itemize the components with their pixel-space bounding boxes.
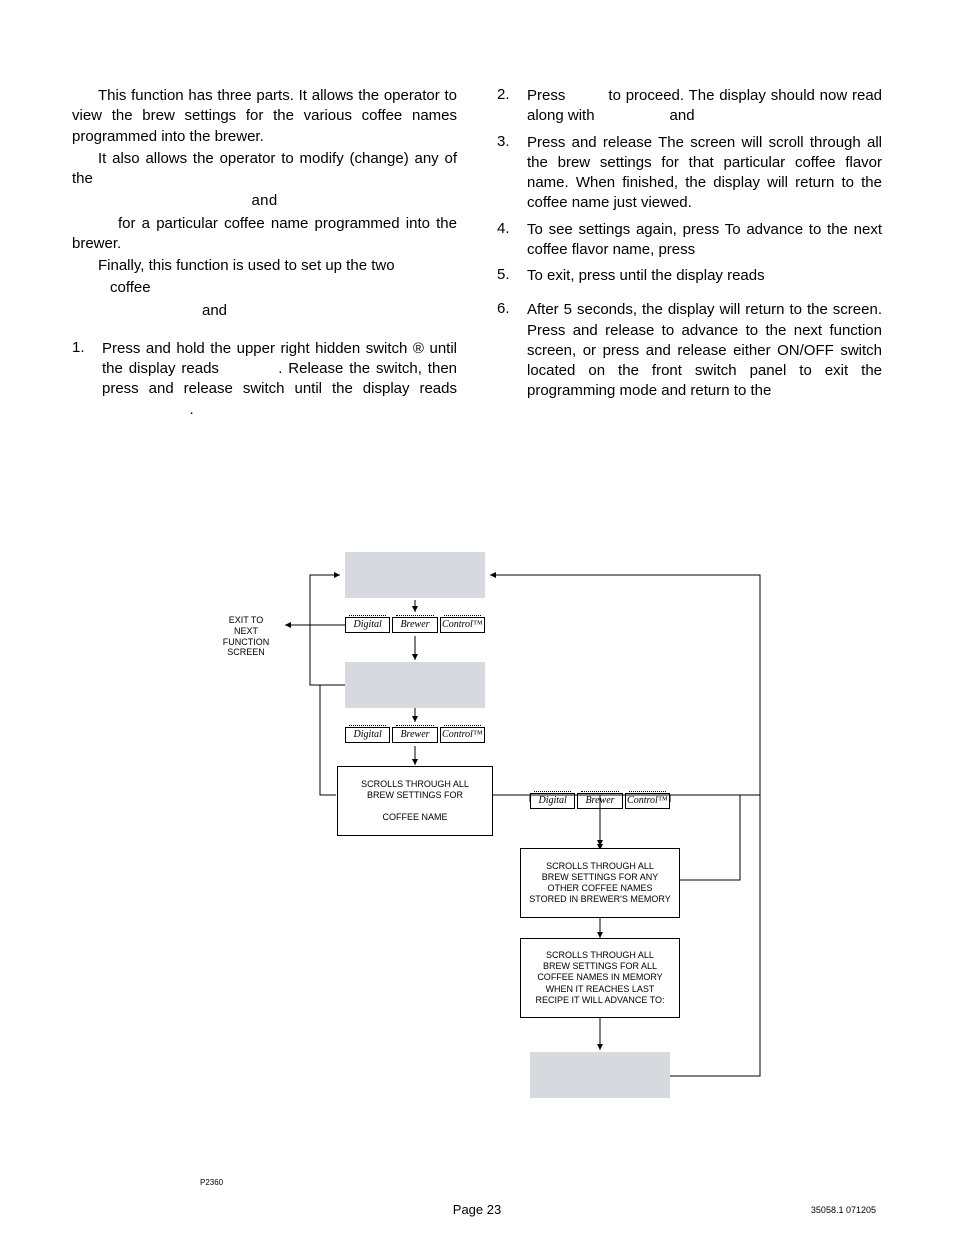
step-1: 1. Press and hold the upper right hidden… [72,339,457,420]
dbc-seg-brewer: Brewer [577,793,622,809]
para-3: for a particular coffee name programmed … [72,214,457,255]
dbc-seg-brewer: Brewer [392,617,437,633]
dbc-seg-control: Control™ [440,617,485,633]
gray-box-1 [345,552,485,598]
step-number: 1. [72,339,102,420]
para-4b: coffee [110,278,457,298]
step-text: To see settings again, press To advance … [527,220,882,261]
registered-icon: ® [413,339,424,359]
step-2: 2. Press to proceed. The display should … [497,86,882,127]
two-column-layout: This function has three parts. It allows… [72,86,882,426]
step-number: 2. [497,86,527,127]
step-4: 4. To see settings again, press To advan… [497,220,882,261]
page: This function has three parts. It allows… [0,0,954,1235]
figure-number: P2360 [200,1178,223,1187]
dbc-seg-digital: Digital [530,793,575,809]
dbc-seg-brewer: Brewer [392,727,437,743]
dbc-seg-digital: Digital [345,727,390,743]
step-text: To exit, press until the display reads [527,266,882,286]
para-1: This function has three parts. It allows… [72,86,457,147]
procedure-list-right: 2. Press to proceed. The display should … [497,86,882,402]
gray-box-3 [530,1052,670,1098]
step-5: 5. To exit, press until the display read… [497,266,882,286]
step-number: 4. [497,220,527,261]
dbc-seg-control: Control™ [440,727,485,743]
dbc-row-3: Digital Brewer Control™ [530,790,670,812]
text-box-1: SCROLLS THROUGH ALL BREW SETTINGS FOR CO… [337,766,493,836]
step-1-end: . [190,401,194,418]
step-6: 6. After 5 seconds, the display will ret… [497,300,882,401]
dbc-seg-digital: Digital [345,617,390,633]
step-3: 3. Press and release The screen will scr… [497,133,882,214]
step-text: Press and release The screen will scroll… [527,133,882,214]
dbc-seg-control: Control™ [625,793,670,809]
and-line-1: and [72,191,457,211]
and-line-2: and [72,301,457,321]
text-box-3: SCROLLS THROUGH ALL BREW SETTINGS FOR AL… [520,938,680,1018]
step-number: 6. [497,300,527,401]
step-text: Press and hold the upper right hidden sw… [102,339,457,420]
flowchart-diagram: EXIT TO NEXT FUNCTION SCREEN Digital Bre… [180,540,800,1180]
step-number: 3. [497,133,527,214]
step-1-pre: Press and hold the upper right hidden sw… [102,340,413,357]
right-column: 2. Press to proceed. The display should … [497,86,882,426]
para-2: It also allows the operator to modify (c… [72,149,457,190]
left-column: This function has three parts. It allows… [72,86,457,426]
gray-box-2 [345,662,485,708]
exit-label: EXIT TO NEXT FUNCTION SCREEN [210,615,282,658]
step-text: Press to proceed. The display should now… [527,86,882,127]
doc-number: 35058.1 071205 [811,1205,876,1215]
dbc-row-1: Digital Brewer Control™ [345,614,485,636]
text-box-2: SCROLLS THROUGH ALL BREW SETTINGS FOR AN… [520,848,680,918]
dbc-row-2: Digital Brewer Control™ [345,724,485,746]
step-number: 5. [497,266,527,286]
procedure-list-left: 1. Press and hold the upper right hidden… [72,339,457,420]
para-4: Finally, this function is used to set up… [72,256,457,276]
step-text: After 5 seconds, the display will return… [527,300,882,401]
